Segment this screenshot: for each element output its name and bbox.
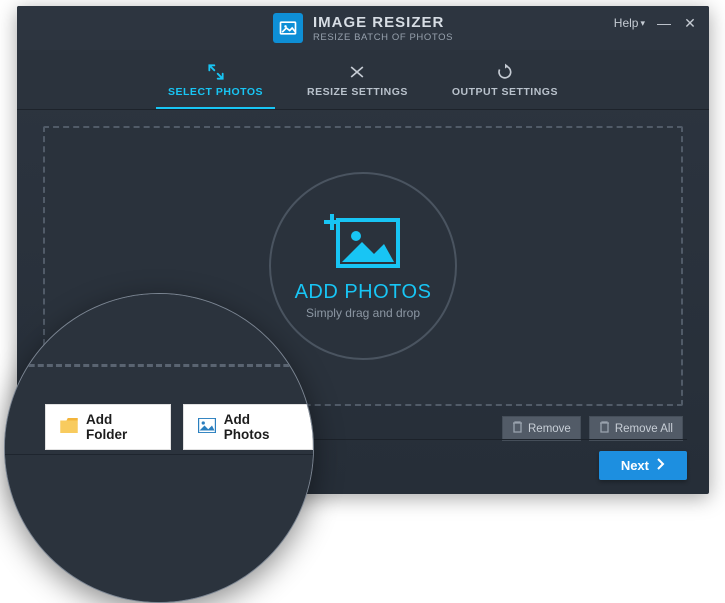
- tab-select-photos[interactable]: SELECT PHOTOS: [146, 50, 285, 109]
- chevron-right-icon: [657, 458, 665, 473]
- button-label: Add Folder: [86, 412, 156, 442]
- app-title: IMAGE RESIZER: [313, 14, 453, 31]
- button-label: Remove All: [615, 423, 673, 435]
- app-subtitle: RESIZE BATCH OF PHOTOS: [313, 32, 453, 43]
- tab-resize-settings[interactable]: RESIZE SETTINGS: [285, 50, 430, 109]
- chevron-down-icon: ▾: [640, 18, 645, 29]
- add-image-icon: [324, 212, 402, 275]
- image-icon: [198, 418, 216, 436]
- expand-arrows-icon: [206, 61, 226, 83]
- divider: [4, 454, 314, 455]
- tab-label: SELECT PHOTOS: [168, 86, 263, 98]
- titlebar: IMAGE RESIZER RESIZE BATCH OF PHOTOS Hel…: [17, 6, 709, 50]
- button-label: Add Photos: [224, 412, 298, 442]
- app-logo-icon: [273, 13, 303, 43]
- resize-handles-icon: [347, 61, 367, 83]
- button-label: Next: [621, 458, 649, 473]
- tab-label: RESIZE SETTINGS: [307, 86, 408, 98]
- button-label: Remove: [528, 423, 571, 435]
- minimize-button[interactable]: —: [657, 16, 671, 30]
- next-button[interactable]: Next: [599, 451, 687, 480]
- brand: IMAGE RESIZER RESIZE BATCH OF PHOTOS: [273, 13, 453, 43]
- folder-icon: [60, 418, 78, 436]
- tab-output-settings[interactable]: OUTPUT SETTINGS: [430, 50, 580, 109]
- remove-button[interactable]: Remove: [502, 416, 581, 441]
- remove-all-button[interactable]: Remove All: [589, 416, 683, 441]
- add-photos-button-zoomed[interactable]: Add Photos: [183, 404, 313, 450]
- trash-icon: [512, 421, 523, 436]
- help-label: Help: [614, 16, 639, 30]
- magnifier-overlay: Add Folder Add Photos: [4, 293, 314, 603]
- close-button[interactable]: ✕: [683, 16, 697, 30]
- step-tabs: SELECT PHOTOS RESIZE SETTINGS OUTPUT SET…: [17, 50, 709, 110]
- help-menu[interactable]: Help ▾: [614, 16, 645, 30]
- dashed-border-segment: [4, 364, 314, 367]
- add-folder-button-zoomed[interactable]: Add Folder: [45, 404, 171, 450]
- add-photos-subtitle: Simply drag and drop: [306, 306, 420, 320]
- trash-icon: [599, 421, 610, 436]
- refresh-icon: [495, 61, 515, 83]
- tab-label: OUTPUT SETTINGS: [452, 86, 558, 98]
- add-photos-title: ADD PHOTOS: [295, 281, 432, 304]
